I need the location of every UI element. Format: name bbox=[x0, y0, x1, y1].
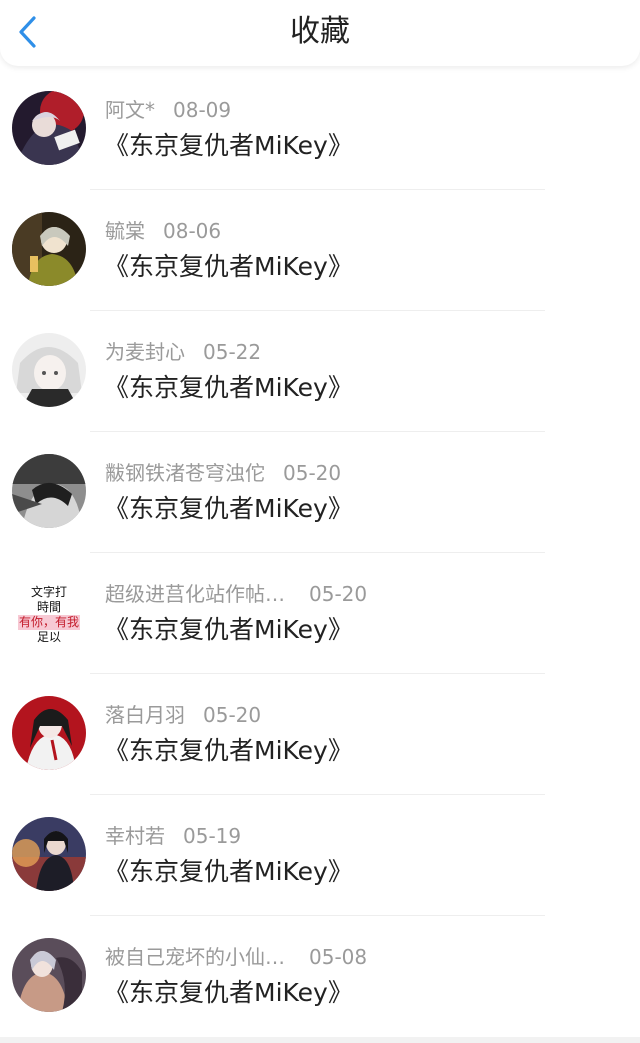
post-title[interactable]: 《东京复仇者MiKey》 bbox=[104, 976, 353, 1010]
avatar[interactable] bbox=[12, 454, 86, 528]
avatar-text-line: 文字打 bbox=[30, 585, 67, 599]
page-title: 收藏 bbox=[290, 14, 350, 49]
date: 08-09 bbox=[173, 98, 232, 122]
username[interactable]: 被自己宠坏的小仙… bbox=[105, 945, 285, 969]
avatar-text-line: 有你，有我 bbox=[17, 615, 80, 630]
username[interactable]: 黻钢铁渚苍穹浊佗 bbox=[105, 461, 265, 485]
username[interactable]: 阿文* bbox=[105, 98, 155, 122]
list-item[interactable]: 被自己宠坏的小仙… 05-08 《东京复仇者MiKey》 bbox=[0, 916, 640, 1037]
item-meta: 落白月羽 05-20 bbox=[105, 702, 261, 728]
list-item[interactable]: 文字打 時間 有你，有我 足以 超级进莒化站作帖… 05-20 《东京复仇者MiK… bbox=[0, 553, 640, 674]
item-meta: 被自己宠坏的小仙… 05-08 bbox=[105, 944, 367, 970]
list-item[interactable]: 黻钢铁渚苍穹浊佗 05-20 《东京复仇者MiKey》 bbox=[0, 432, 640, 553]
list-item[interactable]: 幸村若 05-19 《东京复仇者MiKey》 bbox=[0, 795, 640, 916]
post-title[interactable]: 《东京复仇者MiKey》 bbox=[104, 250, 353, 284]
avatar[interactable] bbox=[12, 696, 86, 770]
avatar[interactable] bbox=[12, 938, 86, 1012]
avatar[interactable]: 文字打 時間 有你，有我 足以 bbox=[12, 575, 86, 649]
username[interactable]: 幸村若 bbox=[105, 824, 165, 848]
item-meta: 幸村若 05-19 bbox=[105, 823, 241, 849]
date: 05-08 bbox=[309, 945, 368, 969]
list-item[interactable]: 为麦封心 05-22 《东京复仇者MiKey》 bbox=[0, 311, 640, 432]
post-title[interactable]: 《东京复仇者MiKey》 bbox=[104, 371, 353, 405]
list-item[interactable]: 落白月羽 05-20 《东京复仇者MiKey》 bbox=[0, 674, 640, 795]
date: 05-20 bbox=[309, 582, 368, 606]
date: 05-20 bbox=[283, 461, 342, 485]
item-meta: 超级进莒化站作帖… 05-20 bbox=[105, 581, 367, 607]
avatar-text-line: 時間 bbox=[36, 600, 61, 614]
post-title[interactable]: 《东京复仇者MiKey》 bbox=[104, 613, 353, 647]
top-nav-bar: 收藏 bbox=[0, 0, 640, 66]
username[interactable]: 毓棠 bbox=[105, 219, 145, 243]
avatar[interactable] bbox=[12, 91, 86, 165]
date: 05-22 bbox=[203, 340, 262, 364]
bottom-divider bbox=[0, 1037, 640, 1043]
item-meta: 毓棠 08-06 bbox=[105, 218, 221, 244]
username[interactable]: 超级进莒化站作帖… bbox=[105, 582, 285, 606]
avatar[interactable] bbox=[12, 333, 86, 407]
post-title[interactable]: 《东京复仇者MiKey》 bbox=[104, 492, 353, 526]
list-item[interactable]: 阿文* 08-09 《东京复仇者MiKey》 bbox=[0, 69, 640, 190]
post-title[interactable]: 《东京复仇者MiKey》 bbox=[104, 734, 353, 768]
username[interactable]: 落白月羽 bbox=[105, 703, 185, 727]
date: 08-06 bbox=[163, 219, 222, 243]
item-meta: 黻钢铁渚苍穹浊佗 05-20 bbox=[105, 460, 341, 486]
avatar-text-line: 足以 bbox=[36, 630, 61, 644]
date: 05-19 bbox=[183, 824, 242, 848]
avatar[interactable] bbox=[12, 212, 86, 286]
post-title[interactable]: 《东京复仇者MiKey》 bbox=[104, 855, 353, 889]
date: 05-20 bbox=[203, 703, 262, 727]
item-meta: 为麦封心 05-22 bbox=[105, 339, 261, 365]
item-meta: 阿文* 08-09 bbox=[105, 97, 231, 123]
list-item[interactable]: 毓棠 08-06 《东京复仇者MiKey》 bbox=[0, 190, 640, 311]
favorites-list: 阿文* 08-09 《东京复仇者MiKey》 毓棠 08-06 《东京复仇者MiKe… bbox=[0, 69, 640, 1037]
avatar[interactable] bbox=[12, 817, 86, 891]
username[interactable]: 为麦封心 bbox=[105, 340, 185, 364]
post-title[interactable]: 《东京复仇者MiKey》 bbox=[104, 129, 353, 163]
